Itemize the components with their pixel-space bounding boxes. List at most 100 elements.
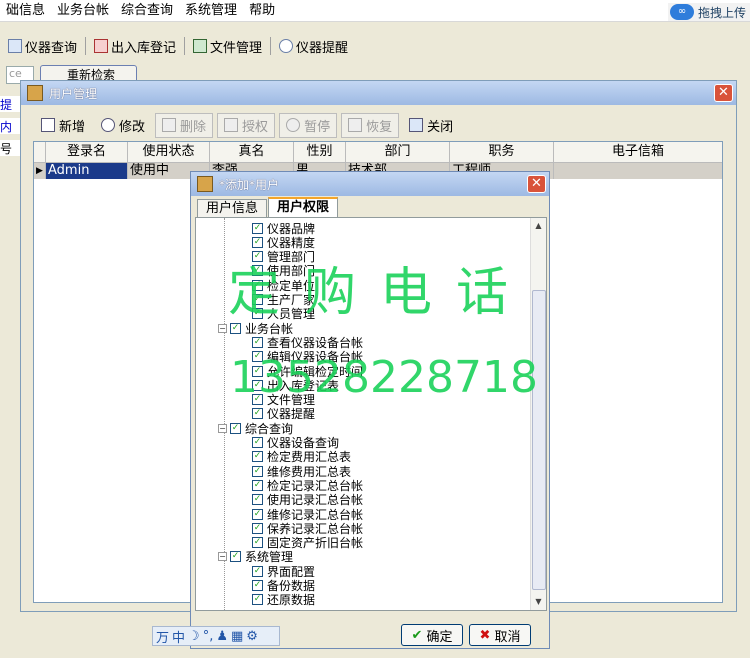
- menu-system[interactable]: 系统管理: [179, 0, 243, 22]
- edge-fragment: 提: [0, 96, 20, 112]
- watermark-text: 定购电话: [228, 263, 533, 323]
- column-header[interactable]: 部门: [346, 142, 450, 162]
- row-indicator-header: [34, 142, 46, 162]
- permission-checkbox[interactable]: ✓: [252, 565, 263, 577]
- restore-button[interactable]: 恢复: [341, 112, 400, 138]
- menu-query[interactable]: 综合查询: [115, 0, 179, 22]
- stock-register-button[interactable]: 出入库登记: [90, 37, 180, 56]
- table-cell[interactable]: Admin: [46, 163, 128, 179]
- permission-checkbox[interactable]: ✓: [252, 437, 263, 448]
- scroll-thumb[interactable]: [532, 290, 546, 590]
- collapse-icon[interactable]: −: [218, 423, 227, 433]
- restore-icon: [348, 118, 363, 132]
- close-window-button[interactable]: ✕: [714, 84, 733, 102]
- user-toolbar: 新增 修改 删除 授权 暂停 恢复 关闭: [35, 112, 463, 138]
- permission-checkbox[interactable]: ✓: [252, 222, 263, 234]
- exit-icon: [409, 118, 424, 132]
- tab-user-info[interactable]: 用户信息: [197, 199, 268, 217]
- tree-scrollbar[interactable]: ▲ ▼: [530, 218, 546, 610]
- dialog-titlebar[interactable]: *添加*用户 ✕: [191, 172, 549, 196]
- edge-fragment: 号: [0, 140, 20, 156]
- column-header[interactable]: 电子信箱: [554, 142, 722, 162]
- table-cell[interactable]: [554, 163, 722, 179]
- scroll-up-icon[interactable]: ▲: [531, 218, 546, 234]
- close-dialog-button[interactable]: ✕: [527, 175, 546, 193]
- watermark-phone: 13528228718: [230, 352, 538, 403]
- scroll-down-icon[interactable]: ▼: [531, 594, 546, 610]
- edit-icon: [101, 118, 116, 132]
- cloud-icon: ∞: [669, 4, 694, 20]
- delete-user-button[interactable]: 删除: [155, 112, 214, 138]
- column-header[interactable]: 登录名: [46, 142, 128, 162]
- ime-mode[interactable]: 中: [172, 627, 185, 646]
- permission-checkbox[interactable]: ✓: [252, 451, 263, 463]
- permission-checkbox[interactable]: ✓: [252, 580, 263, 591]
- add-user-dialog: *添加*用户 ✕ 用户信息 用户权限 ✓ 仪器品牌 ✓ 仪器精度 ✓ 管理部门 ✓ 使用部门 ✓…: [190, 171, 550, 649]
- permission-checkbox[interactable]: ✓: [252, 494, 263, 506]
- toolbar-divider: [85, 37, 87, 55]
- window-title: 用户管理: [49, 86, 98, 101]
- instrument-query-button[interactable]: 仪器查询: [4, 37, 81, 56]
- add-user-button[interactable]: 新增: [35, 114, 91, 137]
- window-titlebar[interactable]: 用户管理 ✕: [21, 81, 736, 105]
- permission-checkbox[interactable]: ✓: [230, 551, 241, 563]
- permission-checkbox[interactable]: ✓: [252, 465, 263, 477]
- register-icon: [94, 39, 109, 53]
- toolbar-divider: [184, 37, 186, 55]
- tree-leaf-node[interactable]: ✓ 还原数据: [252, 593, 315, 607]
- moon-icon[interactable]: ☽: [188, 629, 200, 644]
- delete-icon: [162, 118, 177, 132]
- column-header[interactable]: 职务: [450, 142, 554, 162]
- keyboard-icon[interactable]: ▦: [231, 629, 243, 644]
- check-icon: ✔: [411, 627, 423, 643]
- ime-logo-icon: 万: [156, 630, 170, 646]
- collapse-icon[interactable]: −: [218, 552, 227, 562]
- permission-checkbox[interactable]: ✓: [252, 479, 263, 491]
- row-pointer-icon: ▶: [34, 163, 46, 179]
- permission-label: 还原数据: [267, 593, 316, 608]
- file-icon: [193, 39, 208, 53]
- edit-user-button[interactable]: 修改: [95, 114, 151, 137]
- collapse-icon[interactable]: −: [218, 323, 227, 333]
- cloud-upload-button[interactable]: ∞ 拖拽上传: [667, 3, 750, 21]
- pause-button[interactable]: 暂停: [279, 112, 338, 138]
- main-toolbar: 仪器查询 出入库登记 文件管理 仪器提醒: [0, 33, 750, 59]
- add-icon: [41, 118, 55, 132]
- menu-help[interactable]: 帮助: [243, 0, 281, 22]
- app-icon: [27, 85, 43, 101]
- permission-checkbox[interactable]: ✓: [230, 422, 241, 434]
- permission-checkbox[interactable]: ✓: [252, 408, 263, 420]
- query-icon: [8, 39, 22, 53]
- menu-bar: 础信息 业务台帐 综合查询 系统管理 帮助 ∞ 拖拽上传: [0, 0, 750, 22]
- pause-icon: [286, 118, 301, 132]
- column-header[interactable]: 性别: [294, 142, 346, 162]
- tab-user-permissions[interactable]: 用户权限: [268, 197, 339, 217]
- grant-button[interactable]: 授权: [217, 112, 276, 138]
- punct-icon[interactable]: °,: [203, 629, 214, 644]
- info-icon: [279, 39, 294, 53]
- file-manage-button[interactable]: 文件管理: [189, 37, 266, 56]
- permission-checkbox[interactable]: ✓: [252, 522, 263, 534]
- menu-basic-info[interactable]: 础信息: [0, 0, 51, 22]
- column-header[interactable]: 使用状态: [128, 142, 210, 162]
- grid-header: 登录名 使用状态 真名 性别 部门 职务 电子信箱: [34, 142, 722, 163]
- ok-button[interactable]: ✔ 确定: [401, 624, 463, 646]
- cross-icon: ✖: [479, 627, 491, 643]
- edge-fragment: 内: [0, 118, 20, 134]
- cancel-button[interactable]: ✖ 取消: [469, 624, 531, 646]
- close-button[interactable]: 关闭: [403, 114, 459, 137]
- permission-checkbox[interactable]: ✓: [252, 236, 263, 248]
- permission-checkbox[interactable]: ✓: [252, 537, 263, 549]
- permission-checkbox[interactable]: ✓: [252, 336, 263, 348]
- cloud-upload-label: 拖拽上传: [697, 5, 746, 20]
- menu-business-ledger[interactable]: 业务台帐: [51, 0, 115, 22]
- ime-toolbar[interactable]: 万 中 ☽ °, ♟ ▦ ⚙: [152, 626, 280, 646]
- permission-checkbox[interactable]: ✓: [252, 594, 263, 606]
- instrument-reminder-button[interactable]: 仪器提醒: [275, 37, 352, 56]
- user-icon[interactable]: ♟: [216, 629, 228, 644]
- column-header[interactable]: 真名: [210, 142, 294, 162]
- app-icon: [197, 176, 213, 192]
- settings-icon[interactable]: ⚙: [246, 629, 258, 644]
- dialog-tabs: 用户信息 用户权限: [197, 197, 339, 217]
- permission-checkbox[interactable]: ✓: [252, 508, 263, 520]
